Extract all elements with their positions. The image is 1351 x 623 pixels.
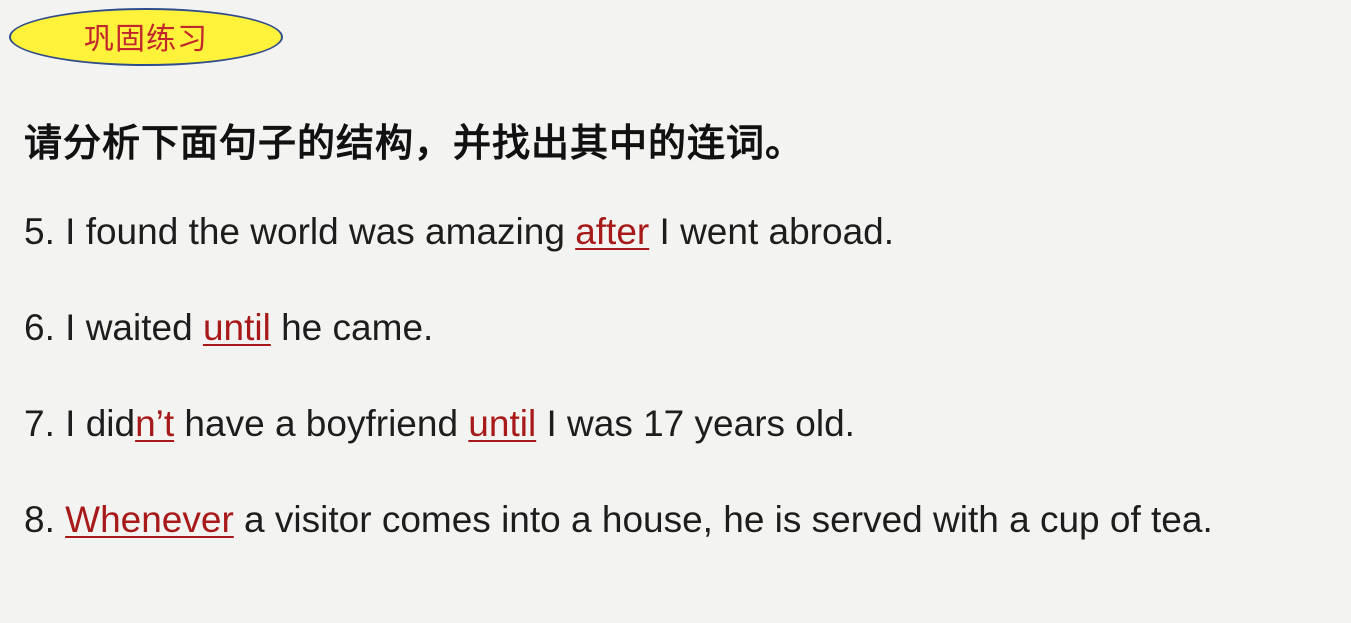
conjunction-highlight: after <box>575 211 650 252</box>
sentence-text: I was 17 years old. <box>536 403 855 444</box>
sentence-text: I did <box>54 403 136 444</box>
sentence-text: I waited <box>54 307 203 348</box>
instruction-heading: 请分析下面句子的结构，并找出其中的连词。 <box>24 121 805 165</box>
negation-highlight: n’t <box>135 403 175 444</box>
section-badge: 巩固练习 <box>9 8 283 66</box>
conjunction-highlight: until <box>202 307 271 348</box>
sentence-text: I went abroad. <box>649 211 895 252</box>
conjunction-highlight: until <box>468 403 537 444</box>
sentence-text <box>55 499 65 540</box>
sentence-number: 6. <box>24 307 55 348</box>
sentence-6: 6. I waited until he came. <box>24 307 433 349</box>
section-badge-label: 巩固练习 <box>84 22 208 57</box>
sentence-number: 8. <box>24 499 55 540</box>
conjunction-highlight: Whenever <box>65 499 234 540</box>
sentence-text: a visitor comes into a house, he is serv… <box>233 499 1213 540</box>
sentence-8: 8. Whenever a visitor comes into a house… <box>24 499 1213 541</box>
sentence-5: 5. I found the world was amazing after I… <box>24 211 894 253</box>
sentence-text: he came. <box>270 307 434 348</box>
sentence-7: 7. I didn’t have a boyfriend until I was… <box>24 403 855 445</box>
sentence-text: have a boyfriend <box>174 403 469 444</box>
sentence-number: 7. <box>24 403 55 444</box>
sentence-number: 5. <box>24 211 55 252</box>
sentence-text: I found the world was amazing <box>54 211 576 252</box>
